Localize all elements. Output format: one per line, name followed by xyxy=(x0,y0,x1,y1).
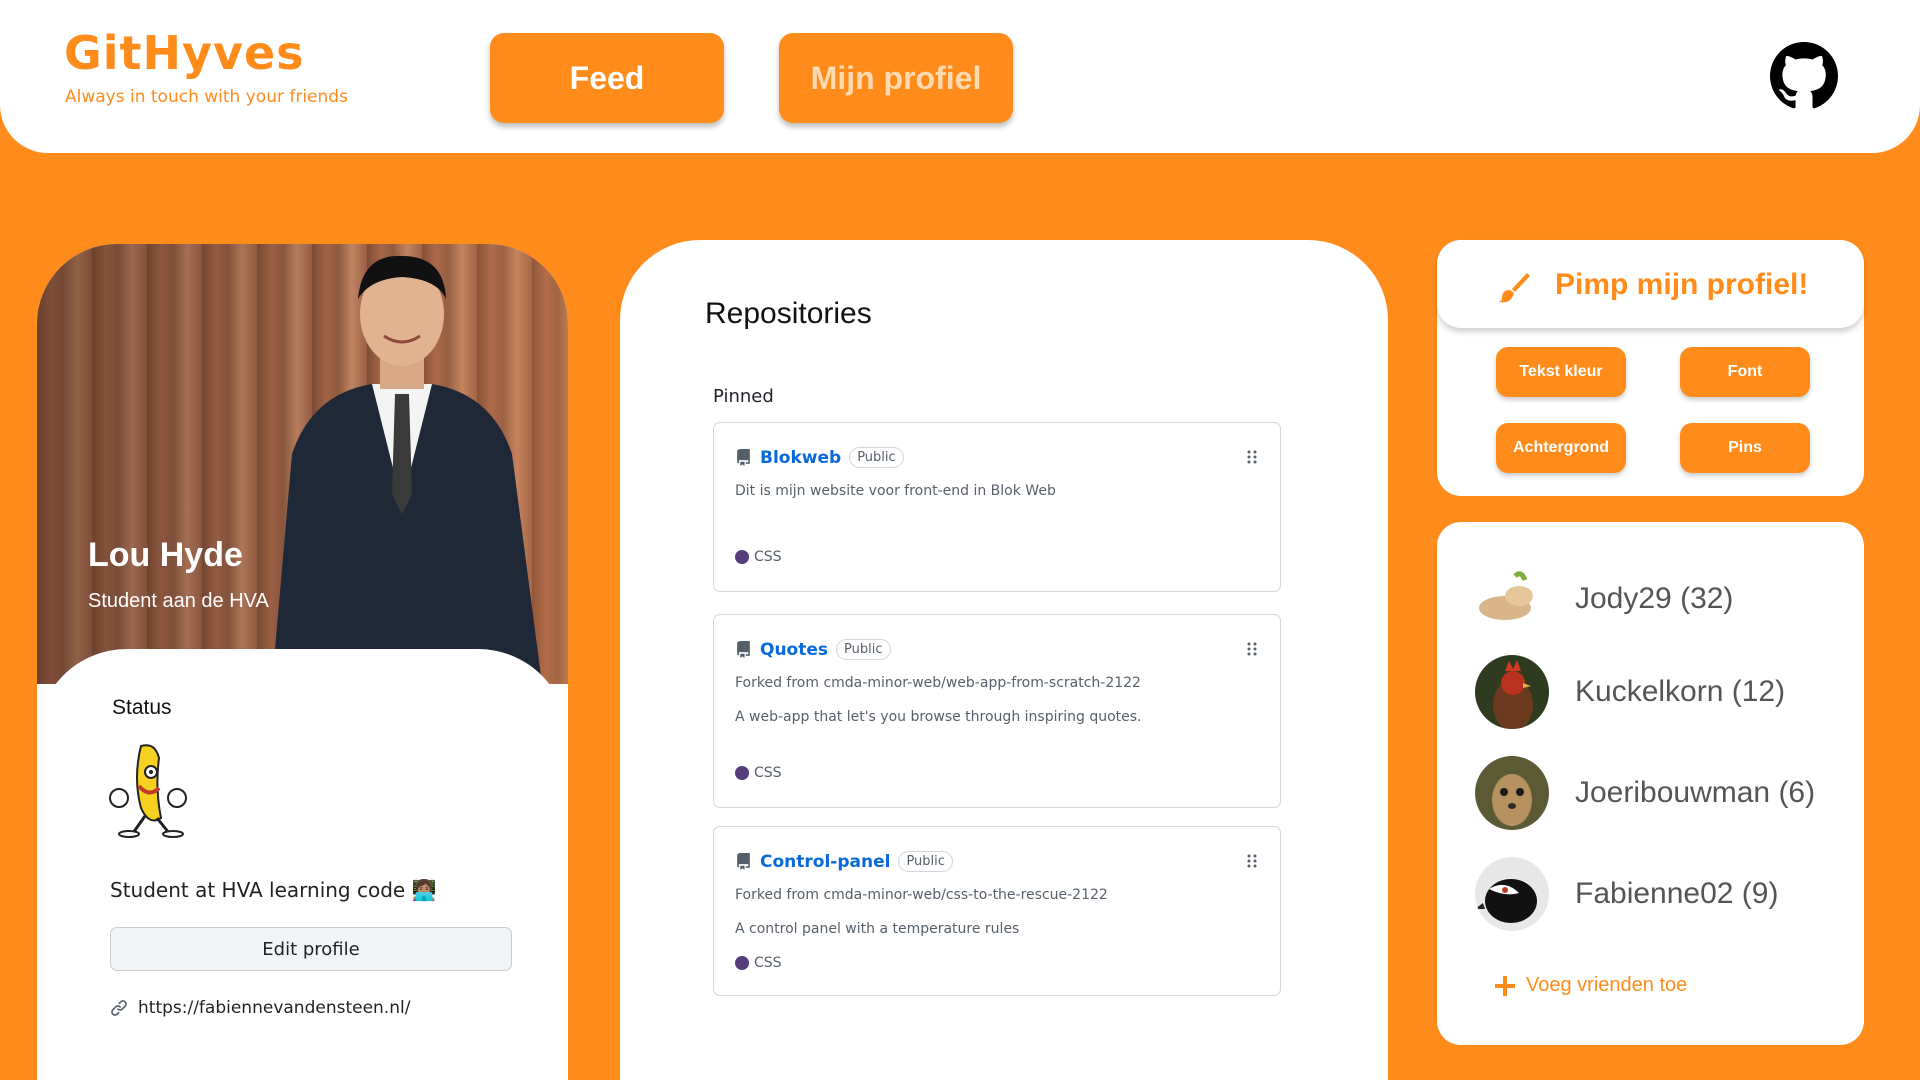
repo-language: CSS xyxy=(735,955,782,971)
website-url[interactable]: https://fabiennevandensteen.nl/ xyxy=(138,998,410,1018)
plus-icon xyxy=(1495,975,1515,996)
dancing-banana-icon xyxy=(109,744,187,838)
status-label: Status xyxy=(112,696,172,719)
repo-name[interactable]: Control-panel xyxy=(760,852,890,872)
pins-button[interactable]: Pins xyxy=(1680,423,1810,473)
repositories-panel: Repositories Pinned Blokweb Public Dit i… xyxy=(620,240,1388,1080)
drag-handle-icon[interactable] xyxy=(1246,449,1258,465)
language-color-dot xyxy=(735,766,749,780)
profile-person-image xyxy=(272,255,542,684)
friend-avatar xyxy=(1475,655,1549,729)
repo-fork-source[interactable]: Forked from cmda-minor-web/css-to-the-re… xyxy=(735,887,1108,903)
friend-name[interactable]: Kuckelkorn (12) xyxy=(1575,675,1785,709)
friends-panel: Jody29 (32) Kuckelkorn (12) Joeribouwman… xyxy=(1437,522,1864,1045)
repo-card-control-panel[interactable]: Control-panel Public Forked from cmda-mi… xyxy=(713,826,1281,996)
profile-card: Lou Hyde Student aan de HVA Status Stude… xyxy=(37,244,568,1080)
profile-role: Student aan de HVA xyxy=(88,590,269,612)
pimp-profile-header: Pimp mijn profiel! xyxy=(1437,240,1864,328)
edit-profile-button[interactable]: Edit profile xyxy=(110,927,512,971)
repo-card-quotes[interactable]: Quotes Public Forked from cmda-minor-web… xyxy=(713,614,1281,808)
repo-icon xyxy=(737,449,750,466)
logo-title[interactable]: GitHyves xyxy=(64,26,305,80)
friend-avatar xyxy=(1475,562,1549,636)
paintbrush-icon xyxy=(1499,273,1530,303)
text-color-button[interactable]: Tekst kleur xyxy=(1496,347,1626,397)
link-icon xyxy=(111,1000,127,1016)
drag-handle-icon[interactable] xyxy=(1246,853,1258,869)
drag-handle-icon[interactable] xyxy=(1246,641,1258,657)
friend-name[interactable]: Jody29 (32) xyxy=(1575,582,1733,616)
friend-item[interactable]: Joeribouwman (6) xyxy=(1475,756,1815,830)
repo-description: Dit is mijn website voor front-end in Bl… xyxy=(735,483,1056,499)
pinned-label: Pinned xyxy=(713,386,774,407)
repo-name[interactable]: Blokweb xyxy=(760,448,841,468)
repo-description: A control panel with a temperature rules xyxy=(735,921,1020,937)
logo-subtitle: Always in touch with your friends xyxy=(65,87,348,107)
repo-card-blokweb[interactable]: Blokweb Public Dit is mijn website voor … xyxy=(713,422,1281,592)
nav-my-profile-button[interactable]: Mijn profiel xyxy=(779,33,1013,123)
pimp-profile-title: Pimp mijn profiel! xyxy=(1555,268,1809,301)
repo-language: CSS xyxy=(735,549,782,565)
pimp-profile-panel: Pimp mijn profiel! Tekst kleur Font Acht… xyxy=(1437,240,1864,496)
background-button[interactable]: Achtergrond xyxy=(1496,423,1626,473)
github-icon[interactable] xyxy=(1770,42,1838,110)
friend-item[interactable]: Jody29 (32) xyxy=(1475,562,1733,636)
website-link[interactable]: https://fabiennevandensteen.nl/ xyxy=(110,998,410,1018)
friend-name[interactable]: Fabienne02 (9) xyxy=(1575,877,1778,911)
repo-fork-source[interactable]: Forked from cmda-minor-web/web-app-from-… xyxy=(735,675,1141,691)
nav-feed-button[interactable]: Feed xyxy=(490,33,724,123)
profile-bio: Student at HVA learning code 👩🏽‍💻 xyxy=(110,878,437,902)
add-friends-label: Voeg vrienden toe xyxy=(1526,974,1688,996)
language-color-dot xyxy=(735,550,749,564)
friend-avatar xyxy=(1475,756,1549,830)
friend-item[interactable]: Fabienne02 (9) xyxy=(1475,857,1778,931)
font-button[interactable]: Font xyxy=(1680,347,1810,397)
top-header: GitHyves Always in touch with your frien… xyxy=(0,0,1920,153)
repo-description: A web-app that let's you browse through … xyxy=(735,709,1142,725)
repo-language: CSS xyxy=(735,765,782,781)
repo-icon xyxy=(737,853,750,870)
friend-item[interactable]: Kuckelkorn (12) xyxy=(1475,655,1785,729)
profile-name: Lou Hyde xyxy=(88,536,243,574)
repo-icon xyxy=(737,641,750,658)
friend-avatar xyxy=(1475,857,1549,931)
repositories-title: Repositories xyxy=(705,297,872,330)
repo-name[interactable]: Quotes xyxy=(760,640,828,660)
friend-name[interactable]: Joeribouwman (6) xyxy=(1575,776,1815,810)
visibility-badge: Public xyxy=(836,639,891,660)
visibility-badge: Public xyxy=(898,851,953,872)
add-friends-button[interactable]: Voeg vrienden toe xyxy=(1494,974,1687,997)
language-color-dot xyxy=(735,956,749,970)
visibility-badge: Public xyxy=(849,447,904,468)
